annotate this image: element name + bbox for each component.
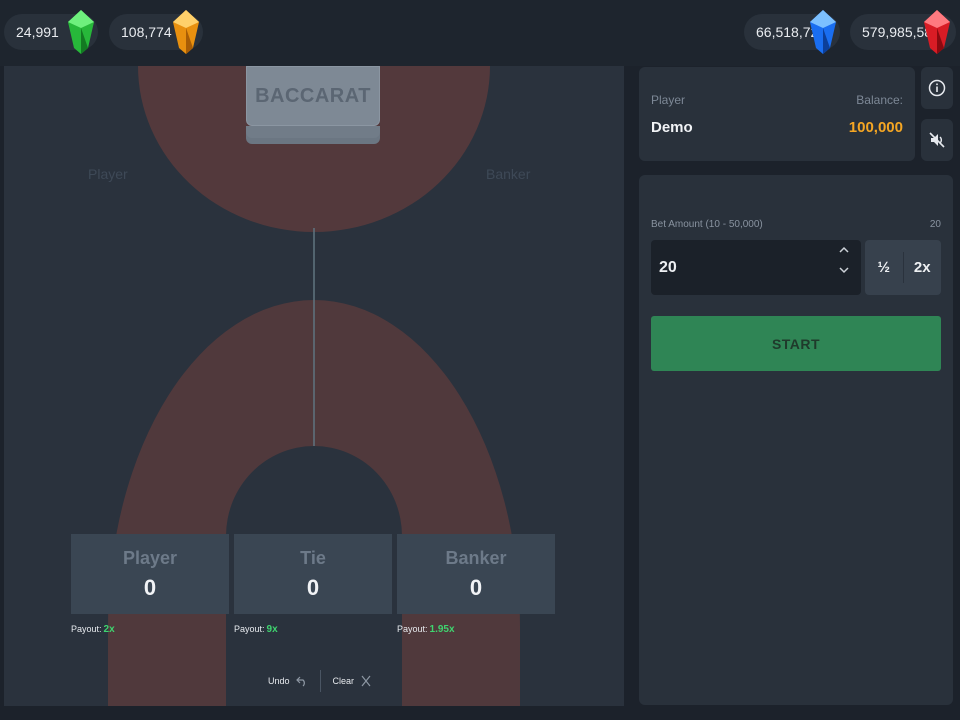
banker-side-label: Banker (486, 166, 531, 182)
red-gem-balance: 579,985,58 (850, 10, 956, 54)
tie-bet-amount: 0 (306, 574, 320, 600)
payout-label: Payout: (71, 624, 102, 634)
banker-bet-box[interactable]: Banker 0 (397, 534, 555, 614)
bet-panel: Bet Amount (10 - 50,000) 20 ½ 2x START (639, 175, 953, 705)
player-side-label: Player (88, 166, 128, 182)
double-bet-button[interactable]: 2x (904, 240, 942, 295)
tie-bet-name: Tie (300, 547, 326, 568)
undo-label: Undo (268, 676, 290, 686)
player-bet-box[interactable]: Player 0 (71, 534, 229, 614)
table-controls: Undo Clear (268, 670, 372, 692)
green-gem-value: 24,991 (16, 24, 59, 40)
green-gem-icon (68, 10, 94, 54)
balance-label: Balance: (856, 93, 903, 107)
clear-label: Clear (332, 676, 355, 686)
green-gem-balance: 24,991 (4, 10, 98, 54)
bet-amount-label: Bet Amount (10 - 50,000) (651, 219, 763, 230)
orange-gem-value: 108,774 (121, 24, 172, 40)
baccarat-table: BACCARAT Player Banker Player 0 Tie 0 Ba… (4, 66, 624, 706)
payout-value: 1.95x (429, 624, 455, 635)
bet-stepper (839, 246, 849, 274)
payout-value: 9x (266, 624, 278, 635)
blue-gem-icon (810, 10, 836, 54)
deck-card-layer (246, 126, 380, 138)
orange-gem-balance: 108,774 (109, 10, 203, 54)
chevron-down-icon[interactable] (839, 266, 849, 274)
blue-gem-balance: 66,518,726 (744, 10, 840, 54)
banker-payout: Payout: 1.95x (397, 624, 455, 635)
player-payout: Payout: 2x (71, 624, 115, 635)
undo-icon (295, 676, 305, 687)
bet-amount-input[interactable] (651, 240, 861, 295)
controls-divider (319, 670, 321, 692)
balance-value: 100,000 (848, 119, 903, 136)
player-bet-amount: 0 (143, 574, 157, 600)
info-icon (928, 79, 946, 97)
player-name: Demo (651, 119, 693, 136)
payout-label: Payout: (234, 624, 265, 634)
close-icon (361, 675, 371, 687)
tie-bet-box[interactable]: Tie 0 (234, 534, 392, 614)
bet-multiplier-group: ½ 2x (865, 240, 941, 295)
player-label: Player (651, 93, 686, 107)
banker-bet-amount: 0 (469, 574, 483, 600)
player-info-panel: Player Demo Balance: 100,000 (639, 67, 915, 161)
half-bet-button[interactable]: ½ (865, 240, 903, 295)
banker-bet-name: Banker (445, 547, 507, 568)
tie-payout: Payout: 9x (234, 624, 278, 635)
top-bar: 24,991 108,774 66,518,726 579,985,58 (0, 0, 960, 66)
orange-gem-icon (173, 10, 199, 54)
bet-amount-display: 20 (929, 219, 941, 230)
speaker-muted-icon (929, 132, 945, 148)
chevron-up-icon[interactable] (839, 246, 849, 254)
red-gem-icon (924, 10, 950, 54)
payout-label: Payout: (397, 624, 428, 634)
deck-label: BACCARAT (246, 66, 380, 126)
info-button[interactable] (921, 67, 953, 109)
undo-button[interactable]: Undo (268, 675, 308, 687)
start-button[interactable]: START (651, 316, 941, 371)
player-bet-name: Player (122, 547, 178, 568)
mute-button[interactable] (921, 119, 953, 161)
card-deck: BACCARAT (246, 66, 380, 144)
clear-button[interactable]: Clear (333, 675, 373, 687)
payout-value: 2x (103, 624, 115, 635)
